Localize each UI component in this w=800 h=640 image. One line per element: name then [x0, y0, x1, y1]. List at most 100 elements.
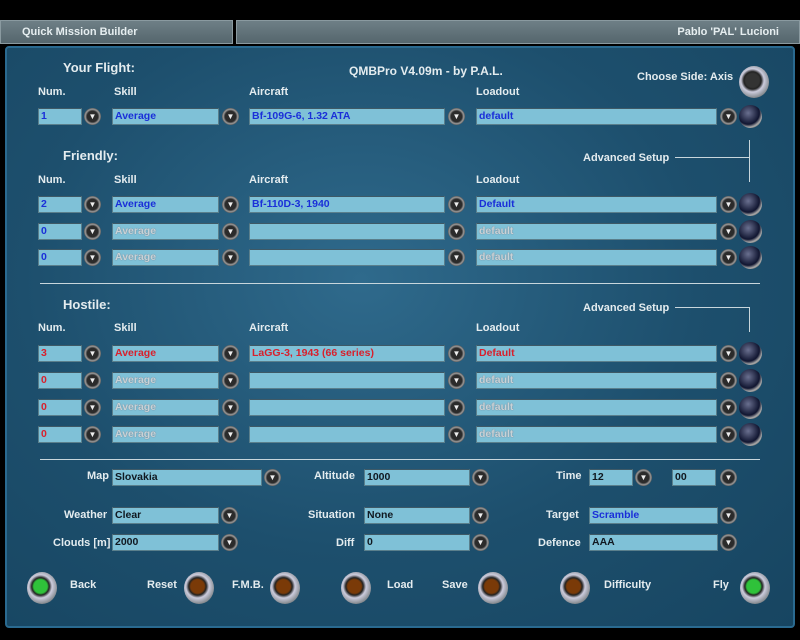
friendly-loadout-field[interactable]: Default: [476, 196, 717, 213]
time-minute-field[interactable]: 00: [672, 469, 716, 486]
friendly-aircraft-field[interactable]: [249, 249, 445, 266]
hostile-num-field[interactable]: 3: [38, 345, 82, 362]
friendly-advanced-setup[interactable]: Advanced Setup: [583, 152, 669, 164]
friendly-loadout-dropdown-icon[interactable]: ▼: [720, 223, 737, 240]
hostile-num-dropdown-icon[interactable]: ▼: [84, 345, 101, 362]
friendly-aircraft-field[interactable]: Bf-110D-3, 1940: [249, 196, 445, 213]
friendly-skill-dropdown-icon[interactable]: ▼: [222, 249, 239, 266]
situation-field[interactable]: None: [364, 507, 470, 524]
diff-dropdown-icon[interactable]: ▼: [472, 534, 489, 551]
friendly-num-dropdown-icon[interactable]: ▼: [84, 249, 101, 266]
load-button[interactable]: [341, 572, 371, 604]
friendly-skill-field[interactable]: Average: [112, 249, 219, 266]
hostile-skill-field[interactable]: Average: [112, 399, 219, 416]
friendly-aircraft-dropdown-icon[interactable]: ▼: [448, 223, 465, 240]
clouds-dropdown-icon[interactable]: ▼: [221, 534, 238, 551]
friendly-aircraft-dropdown-icon[interactable]: ▼: [448, 196, 465, 213]
friendly-loadout-dropdown-icon[interactable]: ▼: [720, 196, 737, 213]
choose-side-switch[interactable]: [739, 66, 769, 98]
friendly-num-dropdown-icon[interactable]: ▼: [84, 223, 101, 240]
your_flight-setup-knob[interactable]: [739, 105, 762, 128]
hostile-aircraft-dropdown-icon[interactable]: ▼: [448, 345, 465, 362]
hostile-setup-knob[interactable]: [739, 396, 762, 419]
weather-field[interactable]: Clear: [112, 507, 219, 524]
hostile-skill-dropdown-icon[interactable]: ▼: [222, 372, 239, 389]
friendly-num-field[interactable]: 0: [38, 249, 82, 266]
time-hour-field[interactable]: 12: [589, 469, 633, 486]
your_flight-num-dropdown-icon[interactable]: ▼: [84, 108, 101, 125]
clouds-field[interactable]: 2000: [112, 534, 219, 551]
your_flight-loadout-field[interactable]: default: [476, 108, 717, 125]
hostile-advanced-setup[interactable]: Advanced Setup: [583, 302, 669, 314]
defence-field[interactable]: AAA: [589, 534, 718, 551]
hostile-skill-dropdown-icon[interactable]: ▼: [222, 399, 239, 416]
hostile-loadout-field[interactable]: default: [476, 399, 717, 416]
friendly-num-field[interactable]: 0: [38, 223, 82, 240]
friendly-setup-knob[interactable]: [739, 220, 762, 243]
friendly-loadout-field[interactable]: default: [476, 249, 717, 266]
hostile-setup-knob[interactable]: [739, 423, 762, 446]
hostile-num-field[interactable]: 0: [38, 426, 82, 443]
friendly-loadout-dropdown-icon[interactable]: ▼: [720, 249, 737, 266]
your_flight-num-field[interactable]: 1: [38, 108, 82, 125]
your_flight-aircraft-field[interactable]: Bf-109G-6, 1.32 ATA: [249, 108, 445, 125]
friendly-skill-field[interactable]: Average: [112, 223, 219, 240]
fly-button[interactable]: [740, 572, 770, 604]
hostile-skill-dropdown-icon[interactable]: ▼: [222, 345, 239, 362]
hostile-aircraft-field[interactable]: [249, 372, 445, 389]
your_flight-loadout-dropdown-icon[interactable]: ▼: [720, 108, 737, 125]
your_flight-skill-field[interactable]: Average: [112, 108, 219, 125]
hostile-skill-dropdown-icon[interactable]: ▼: [222, 426, 239, 443]
hostile-loadout-field[interactable]: default: [476, 372, 717, 389]
hostile-loadout-field[interactable]: Default: [476, 345, 717, 362]
friendly-skill-dropdown-icon[interactable]: ▼: [222, 223, 239, 240]
hostile-loadout-dropdown-icon[interactable]: ▼: [720, 372, 737, 389]
hostile-loadout-dropdown-icon[interactable]: ▼: [720, 345, 737, 362]
friendly-aircraft-field[interactable]: [249, 223, 445, 240]
friendly-num-field[interactable]: 2: [38, 196, 82, 213]
friendly-aircraft-dropdown-icon[interactable]: ▼: [448, 249, 465, 266]
hostile-skill-field[interactable]: Average: [112, 345, 219, 362]
target-dropdown-icon[interactable]: ▼: [720, 507, 737, 524]
situation-dropdown-icon[interactable]: ▼: [472, 507, 489, 524]
hostile-aircraft-dropdown-icon[interactable]: ▼: [448, 426, 465, 443]
hostile-aircraft-field[interactable]: [249, 399, 445, 416]
fmb-button[interactable]: [270, 572, 300, 604]
time-hour-dropdown-icon[interactable]: ▼: [635, 469, 652, 486]
hostile-aircraft-dropdown-icon[interactable]: ▼: [448, 372, 465, 389]
hostile-skill-field[interactable]: Average: [112, 372, 219, 389]
save-button[interactable]: [478, 572, 508, 604]
map-field[interactable]: Slovakia: [112, 469, 262, 486]
weather-dropdown-icon[interactable]: ▼: [221, 507, 238, 524]
your_flight-aircraft-dropdown-icon[interactable]: ▼: [448, 108, 465, 125]
hostile-aircraft-dropdown-icon[interactable]: ▼: [448, 399, 465, 416]
diff-field[interactable]: 0: [364, 534, 470, 551]
hostile-aircraft-field[interactable]: [249, 426, 445, 443]
friendly-setup-knob[interactable]: [739, 246, 762, 269]
your_flight-skill-dropdown-icon[interactable]: ▼: [222, 108, 239, 125]
defence-dropdown-icon[interactable]: ▼: [720, 534, 737, 551]
hostile-setup-knob[interactable]: [739, 342, 762, 365]
friendly-num-dropdown-icon[interactable]: ▼: [84, 196, 101, 213]
altitude-dropdown-icon[interactable]: ▼: [472, 469, 489, 486]
hostile-num-dropdown-icon[interactable]: ▼: [84, 372, 101, 389]
map-dropdown-icon[interactable]: ▼: [264, 469, 281, 486]
hostile-loadout-dropdown-icon[interactable]: ▼: [720, 399, 737, 416]
hostile-num-dropdown-icon[interactable]: ▼: [84, 399, 101, 416]
hostile-num-field[interactable]: 0: [38, 399, 82, 416]
target-field[interactable]: Scramble: [589, 507, 718, 524]
hostile-loadout-dropdown-icon[interactable]: ▼: [720, 426, 737, 443]
difficulty-button[interactable]: [560, 572, 590, 604]
hostile-setup-knob[interactable]: [739, 369, 762, 392]
friendly-skill-dropdown-icon[interactable]: ▼: [222, 196, 239, 213]
hostile-num-dropdown-icon[interactable]: ▼: [84, 426, 101, 443]
friendly-setup-knob[interactable]: [739, 193, 762, 216]
reset-button[interactable]: [184, 572, 214, 604]
friendly-loadout-field[interactable]: default: [476, 223, 717, 240]
time-minute-dropdown-icon[interactable]: ▼: [720, 469, 737, 486]
back-button[interactable]: [27, 572, 57, 604]
hostile-num-field[interactable]: 0: [38, 372, 82, 389]
hostile-skill-field[interactable]: Average: [112, 426, 219, 443]
friendly-skill-field[interactable]: Average: [112, 196, 219, 213]
hostile-loadout-field[interactable]: default: [476, 426, 717, 443]
